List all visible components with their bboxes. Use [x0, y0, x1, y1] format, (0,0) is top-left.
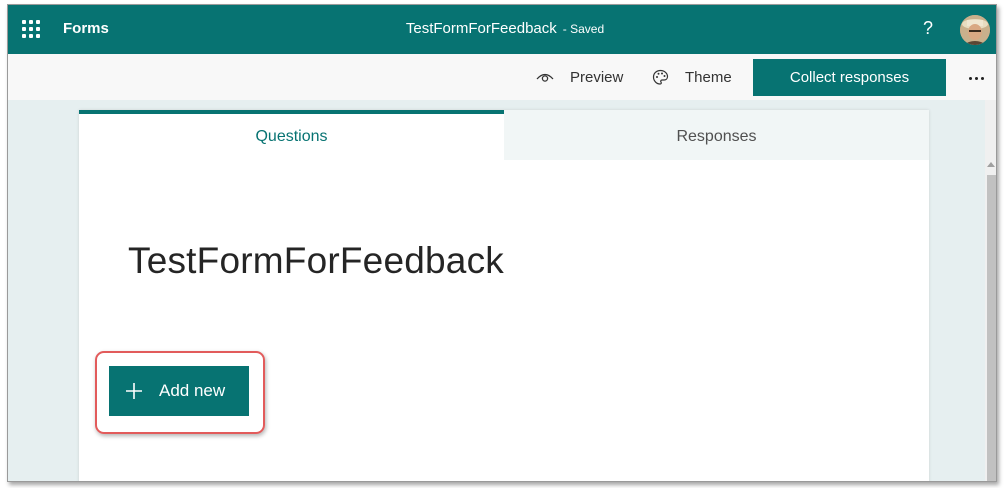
theme-label: Theme — [685, 68, 732, 86]
main-content: Questions Responses TestFormForFeedback … — [8, 100, 996, 481]
tab-questions[interactable]: Questions — [79, 110, 504, 160]
document-title-area: TestFormForFeedback - Saved — [8, 20, 996, 38]
document-title[interactable]: TestFormForFeedback — [406, 20, 557, 37]
tab-bar: Questions Responses — [79, 110, 929, 160]
add-new-button[interactable]: Add new — [109, 366, 249, 416]
theme-button[interactable]: Theme — [652, 66, 732, 88]
palette-icon — [652, 69, 669, 86]
app-window: Forms TestFormForFeedback - Saved ? Prev… — [7, 4, 997, 482]
collect-responses-button[interactable]: Collect responses — [753, 59, 946, 96]
help-icon[interactable]: ? — [920, 18, 936, 40]
eye-icon — [536, 70, 554, 84]
app-header: Forms TestFormForFeedback - Saved ? — [8, 5, 996, 54]
user-avatar[interactable] — [960, 15, 990, 45]
vertical-scrollbar[interactable] — [985, 100, 996, 481]
form-title[interactable]: TestFormForFeedback — [128, 240, 504, 282]
command-bar: Preview Theme Collect responses — [8, 54, 996, 100]
tab-responses[interactable]: Responses — [504, 110, 929, 160]
preview-button[interactable]: Preview — [536, 66, 623, 88]
add-new-label: Add new — [159, 381, 226, 400]
form-card: Questions Responses TestFormForFeedback … — [79, 110, 929, 481]
preview-label: Preview — [570, 68, 624, 86]
scroll-up-arrow-icon[interactable] — [987, 162, 995, 167]
scroll-thumb[interactable] — [987, 175, 996, 481]
plus-icon — [125, 382, 143, 400]
more-options-icon[interactable] — [966, 68, 986, 88]
save-status: - Saved — [562, 22, 605, 36]
